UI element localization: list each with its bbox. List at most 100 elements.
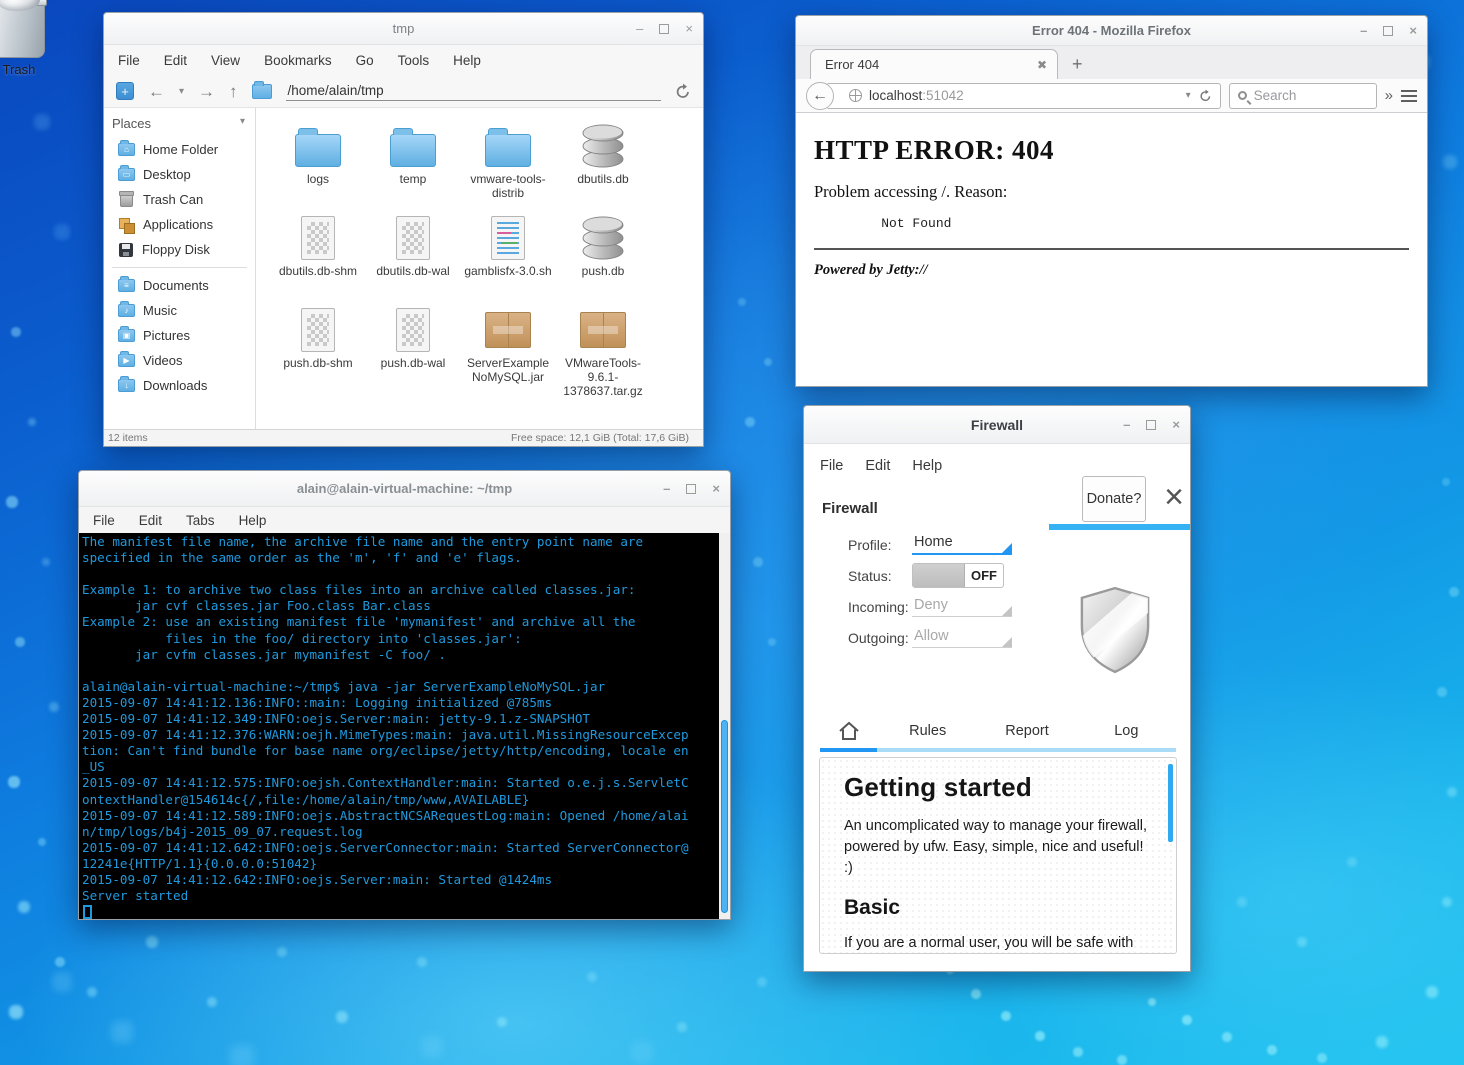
file-item[interactable]: gamblisfx-3.0.sh bbox=[462, 212, 554, 304]
file-item[interactable]: dbutils.db-wal bbox=[367, 212, 459, 304]
file-item[interactable]: vmware-tools-distrib bbox=[462, 120, 554, 212]
sidebar-item-applications[interactable]: Applications bbox=[104, 212, 255, 237]
file-item[interactable]: ServerExampleNoMySQL.jar bbox=[462, 304, 554, 398]
file-item[interactable]: VMwareTools-9.6.1-1378637.tar.gz bbox=[557, 304, 649, 398]
file-item[interactable]: temp bbox=[367, 120, 459, 212]
file-manager-window: tmp – × File Edit View Bookmarks Go Tool… bbox=[103, 12, 704, 447]
menu-help[interactable]: Help bbox=[912, 458, 942, 474]
tab-error-404[interactable]: Error 404 ✖ bbox=[810, 49, 1058, 79]
terminal-titlebar[interactable]: alain@alain-virtual-machine: ~/tmp – × bbox=[79, 471, 730, 507]
menu-tools[interactable]: Tools bbox=[398, 53, 430, 68]
outgoing-select[interactable]: Allow bbox=[912, 628, 1012, 648]
close-button[interactable]: × bbox=[712, 482, 720, 495]
active-tab-underline bbox=[820, 748, 1176, 752]
menu-icon[interactable] bbox=[1401, 89, 1417, 102]
window-title: tmp bbox=[392, 21, 415, 36]
tab-home[interactable] bbox=[820, 720, 878, 742]
new-tab-icon[interactable]: + bbox=[1072, 54, 1083, 75]
menu-edit[interactable]: Edit bbox=[865, 458, 890, 474]
url-bar[interactable]: localhost:51042 ▾ bbox=[826, 82, 1221, 109]
minimize-button[interactable]: – bbox=[636, 22, 643, 35]
tab-log[interactable]: Log bbox=[1077, 723, 1176, 739]
videos-folder-icon: ▶ bbox=[118, 351, 135, 367]
profile-select[interactable]: Home bbox=[912, 534, 1012, 555]
file-item[interactable]: dbutils.db bbox=[557, 120, 649, 212]
scrollbar-thumb[interactable] bbox=[721, 720, 728, 914]
menu-help[interactable]: Help bbox=[239, 513, 267, 528]
close-button[interactable]: × bbox=[685, 22, 693, 35]
reload-icon[interactable] bbox=[675, 83, 691, 99]
sidebar-item-music[interactable]: ♪ Music bbox=[104, 298, 255, 323]
terminal-menubar: File Edit Tabs Help bbox=[79, 507, 730, 533]
doc-paragraph: If you are a normal user, you will be sa… bbox=[844, 935, 1134, 951]
sidebar-item-videos[interactable]: ▶ Videos bbox=[104, 348, 255, 373]
menu-file[interactable]: File bbox=[93, 513, 115, 528]
firefox-titlebar[interactable]: Error 404 - Mozilla Firefox – × bbox=[796, 16, 1427, 46]
url-dropdown-icon[interactable]: ▾ bbox=[1186, 90, 1191, 101]
file-item[interactable]: dbutils.db-shm bbox=[272, 212, 364, 304]
menu-tabs[interactable]: Tabs bbox=[186, 513, 215, 528]
path-input[interactable]: /home/alain/tmp bbox=[285, 82, 661, 101]
menu-edit[interactable]: Edit bbox=[139, 513, 162, 528]
sidebar-item-home-folder[interactable]: ⌂ Home Folder bbox=[104, 137, 255, 162]
up-icon[interactable]: ↑ bbox=[229, 83, 238, 100]
sidebar-item-downloads[interactable]: ↓ Downloads bbox=[104, 373, 255, 398]
database-icon bbox=[582, 216, 624, 260]
binary-file-icon bbox=[301, 308, 335, 352]
overflow-icon[interactable]: » bbox=[1385, 87, 1393, 104]
forward-icon[interactable]: → bbox=[198, 83, 215, 100]
desktop-trash-icon[interactable]: Trash bbox=[0, 0, 64, 77]
sidebar-item-documents[interactable]: ≡ Documents bbox=[104, 273, 255, 298]
menu-view[interactable]: View bbox=[211, 53, 240, 68]
places-header[interactable]: Places bbox=[112, 116, 151, 131]
search-input[interactable]: Search bbox=[1228, 82, 1377, 109]
maximize-button[interactable] bbox=[1383, 25, 1394, 36]
donate-button[interactable]: Donate? bbox=[1082, 476, 1146, 522]
menu-edit[interactable]: Edit bbox=[164, 53, 187, 68]
doc-scrollbar-thumb[interactable] bbox=[1168, 764, 1173, 842]
new-tab-button[interactable]: + bbox=[116, 82, 134, 100]
close-button[interactable]: × bbox=[1172, 418, 1180, 431]
minimize-button[interactable]: – bbox=[1360, 24, 1367, 37]
tab-close-icon[interactable]: ✖ bbox=[1037, 58, 1047, 72]
maximize-button[interactable] bbox=[1146, 419, 1157, 430]
minimize-button[interactable]: – bbox=[663, 482, 670, 495]
reload-icon[interactable] bbox=[1199, 89, 1212, 102]
places-collapse-icon[interactable]: ▾ bbox=[240, 116, 245, 131]
archive-icon bbox=[485, 312, 531, 348]
history-dropdown-icon[interactable]: ▾ bbox=[179, 86, 184, 97]
terminal-scrollbar[interactable] bbox=[719, 533, 730, 919]
sidebar-item-trash[interactable]: Trash Can bbox=[104, 187, 255, 212]
minimize-button[interactable]: – bbox=[1123, 418, 1130, 431]
terminal-output[interactable]: The manifest file name, the archive file… bbox=[79, 533, 719, 919]
firewall-titlebar[interactable]: Firewall – × bbox=[804, 406, 1190, 444]
maximize-button[interactable] bbox=[686, 483, 697, 494]
maximize-button[interactable] bbox=[659, 23, 670, 34]
tab-report[interactable]: Report bbox=[977, 723, 1076, 739]
sidebar-item-desktop[interactable]: ▭ Desktop bbox=[104, 162, 255, 187]
file-item[interactable]: push.db bbox=[557, 212, 649, 304]
back-button[interactable]: ← bbox=[806, 81, 834, 110]
incoming-select[interactable]: Deny bbox=[912, 597, 1012, 617]
tab-rules[interactable]: Rules bbox=[878, 723, 977, 739]
jetty-footer: Powered by Jetty:// bbox=[814, 262, 928, 278]
sidebar-item-pictures[interactable]: ▣ Pictures bbox=[104, 323, 255, 348]
getting-started-panel[interactable]: Getting started An uncomplicated way to … bbox=[819, 757, 1177, 954]
doc-heading: Getting started bbox=[844, 772, 1032, 802]
error-reason: Not Found bbox=[850, 216, 952, 231]
close-button[interactable]: × bbox=[1409, 24, 1417, 37]
status-toggle[interactable]: OFF bbox=[912, 563, 1004, 588]
file-item[interactable]: push.db-shm bbox=[272, 304, 364, 398]
file-manager-titlebar[interactable]: tmp – × bbox=[104, 13, 703, 45]
menu-file[interactable]: File bbox=[820, 458, 843, 474]
menu-help[interactable]: Help bbox=[453, 53, 481, 68]
menu-bookmarks[interactable]: Bookmarks bbox=[264, 53, 332, 68]
menu-go[interactable]: Go bbox=[356, 53, 374, 68]
sidebar-item-floppy[interactable]: Floppy Disk bbox=[104, 237, 255, 262]
terminal-cursor bbox=[83, 905, 92, 919]
back-icon[interactable]: ← bbox=[148, 83, 165, 100]
menu-file[interactable]: File bbox=[118, 53, 140, 68]
donate-close-icon[interactable]: × bbox=[1164, 480, 1184, 514]
file-item[interactable]: logs bbox=[272, 120, 364, 212]
file-item[interactable]: push.db-wal bbox=[367, 304, 459, 398]
